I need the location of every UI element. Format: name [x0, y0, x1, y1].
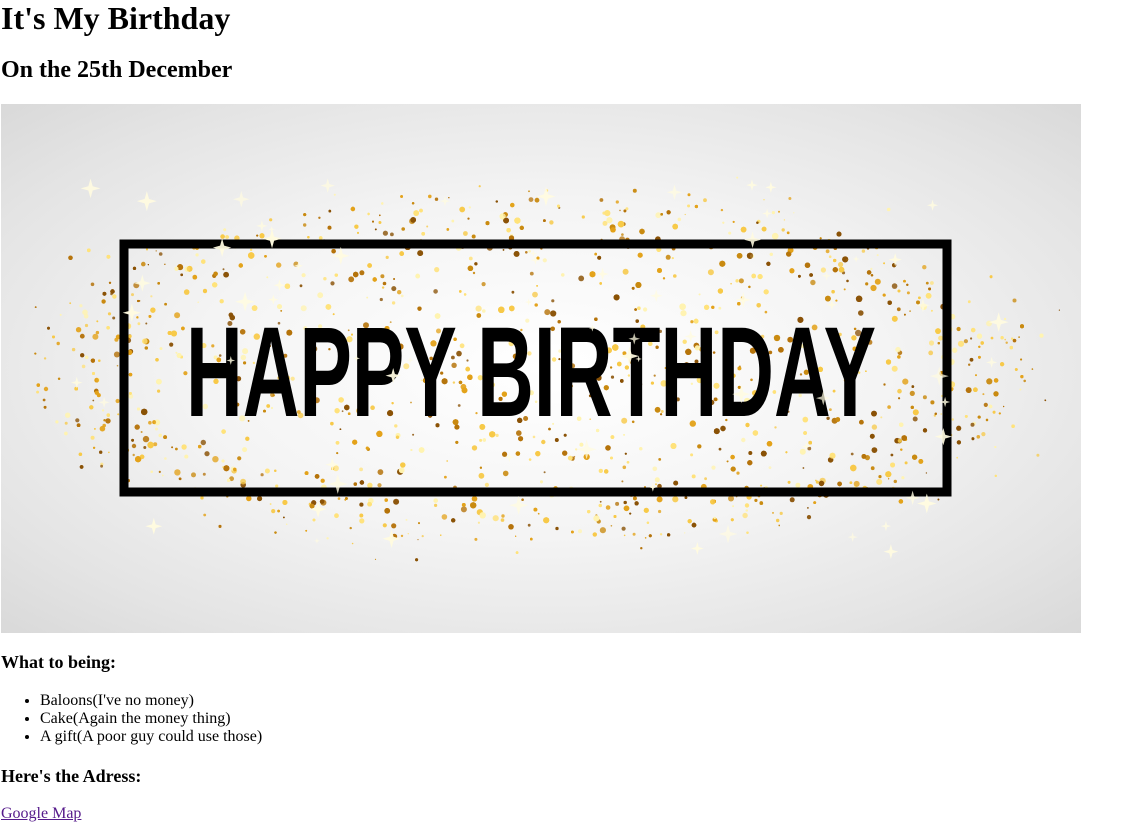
address-heading: Here's the Adress: [1, 766, 142, 786]
page-title: It's My Birthday [1, 0, 231, 36]
bring-list: Baloons(I've no money) Cake(Again the mo… [0, 692, 262, 746]
page: It's My Birthday On the 25th December HA… [0, 0, 1130, 825]
birthday-banner-image: HAPPY BIRTHDAY [1, 104, 1081, 633]
banner-text: HAPPY BIRTHDAY [186, 301, 876, 444]
list-item: A gift(A poor guy could use those) [40, 728, 262, 746]
page-subtitle: On the 25th December [1, 57, 233, 83]
birthday-banner-graphic: HAPPY BIRTHDAY [34, 176, 1060, 562]
list-item: Baloons(I've no money) [40, 692, 262, 710]
bring-heading: What to being: [1, 652, 117, 672]
list-item: Cake(Again the money thing) [40, 710, 262, 728]
google-map-link[interactable]: Google Map [1, 805, 81, 823]
